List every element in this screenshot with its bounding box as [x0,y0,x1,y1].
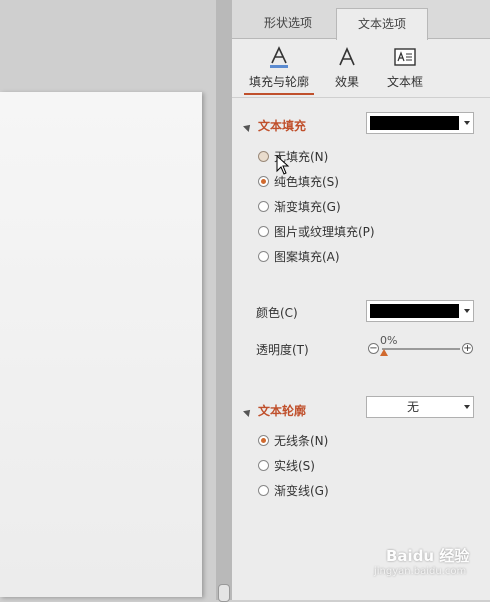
active-subtab-indicator [244,93,314,95]
text-fill-color-dropdown[interactable] [366,112,474,134]
watermark-brand: Baidu 经验 [386,547,470,565]
radio-gradient-line[interactable]: 渐变线(G) [258,482,329,500]
mouse-cursor-icon [276,154,290,178]
format-panel: 形状选项 文本选项 填充与轮廓 效果 文本框 文本填充 无填充(N) 纯色填充(… [232,0,490,600]
transparency-slider[interactable]: 0% − + [368,334,474,361]
radio-button[interactable] [258,151,269,162]
radio-button[interactable] [258,201,269,212]
scrollbar-thumb[interactable] [218,584,230,602]
text-fill-icon [244,44,314,70]
color-label: 颜色(C) [256,306,298,320]
radio-no-fill[interactable]: 无填充(N) [258,148,328,166]
radio-button[interactable] [258,460,269,471]
increase-button[interactable]: + [462,343,473,354]
color-swatch [370,116,459,130]
subtab-fill-outline[interactable]: 填充与轮廓 [244,44,314,90]
chevron-down-icon [464,405,470,409]
radio-gradient-fill[interactable]: 渐变填充(G) [258,198,341,216]
radio-button[interactable] [258,435,269,446]
radio-button[interactable] [258,251,269,262]
transparency-value: 0% [380,334,398,347]
decrease-button[interactable]: − [368,343,379,354]
fill-color-dropdown[interactable] [366,300,474,322]
watermark: Baidu 经验 jingyan.baidu.com [374,545,470,577]
tab-text-options[interactable]: 文本选项 [336,8,428,40]
radio-button[interactable] [258,226,269,237]
color-swatch [370,304,459,318]
outline-dropdown[interactable]: 无 [366,396,474,418]
divider [232,97,490,98]
radio-button[interactable] [258,176,269,187]
watermark-url: jingyan.baidu.com [374,566,467,577]
panel-tabs: 形状选项 文本选项 [232,0,490,40]
radio-pattern-fill[interactable]: 图案填充(A) [258,248,340,266]
slide-page[interactable] [0,92,202,597]
radio-no-line[interactable]: 无线条(N) [258,432,328,450]
collapse-triangle-icon [243,121,253,132]
tab-shape-options[interactable]: 形状选项 [242,8,334,38]
radio-button[interactable] [258,485,269,496]
transparency-label: 透明度(T) [256,343,309,357]
pane-splitter[interactable] [216,0,232,600]
section-text-fill[interactable]: 文本填充 [243,117,306,134]
chevron-down-icon [464,121,470,125]
radio-solid-fill[interactable]: 纯色填充(S) [258,173,339,191]
subtab-bar: 填充与轮廓 效果 文本框 [232,40,490,96]
chevron-down-icon [464,309,470,313]
radio-picture-texture-fill[interactable]: 图片或纹理填充(P) [258,223,375,241]
slide-canvas-area [0,0,216,600]
collapse-triangle-icon [243,406,253,417]
subtab-textbox[interactable]: 文本框 [370,44,440,90]
slider-thumb[interactable] [380,349,388,356]
radio-solid-line[interactable]: 实线(S) [258,457,315,475]
section-text-outline[interactable]: 文本轮廓 [243,402,306,419]
textbox-icon [370,44,440,70]
slider-track[interactable] [382,348,460,350]
